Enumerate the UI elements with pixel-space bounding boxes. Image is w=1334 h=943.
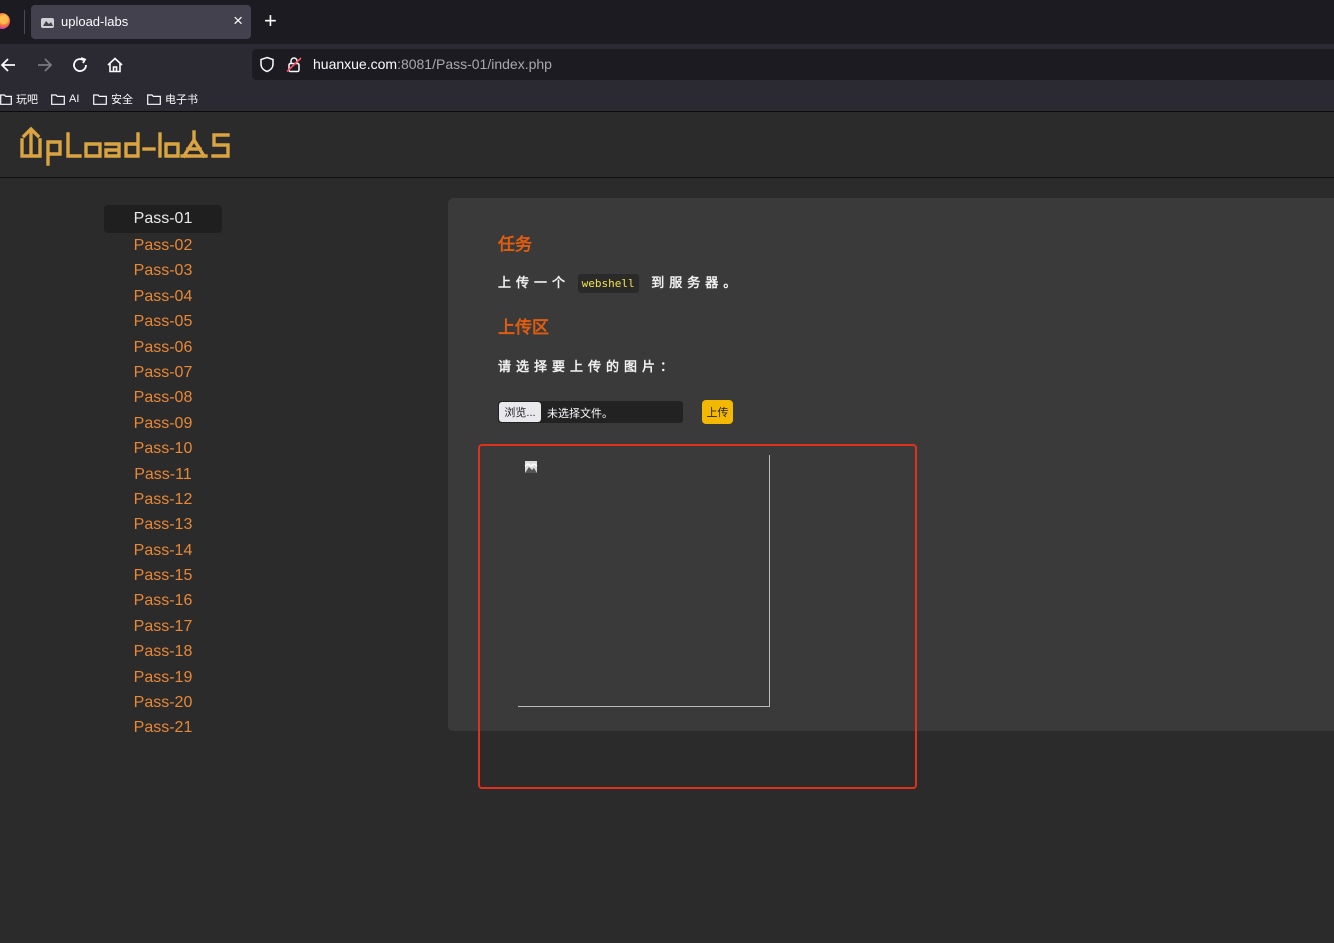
- back-icon[interactable]: [0, 54, 20, 76]
- nav-pass-03[interactable]: Pass-03: [104, 258, 222, 283]
- url-bar[interactable]: huanxue.com:8081/Pass-01/index.php: [252, 49, 1334, 80]
- bookmark-folder[interactable]: 安全: [93, 91, 133, 107]
- nav-pass-16[interactable]: Pass-16: [104, 588, 222, 613]
- home-icon[interactable]: [104, 54, 126, 76]
- shield-icon[interactable]: [259, 56, 275, 73]
- bookmark-folder[interactable]: AI: [51, 91, 79, 107]
- tab-title: upload-labs: [61, 14, 129, 29]
- folder-icon: [0, 93, 12, 105]
- nav-pass-10[interactable]: Pass-10: [104, 436, 222, 461]
- favicon-icon: [41, 18, 54, 28]
- bookmarks-toolbar: 玩吧 AI 安全 电子书: [0, 86, 1334, 112]
- folder-icon: [51, 93, 65, 105]
- task-text-before: 上传一个: [498, 275, 571, 290]
- nav-pass-15[interactable]: Pass-15: [104, 563, 222, 588]
- nav-pass-13[interactable]: Pass-13: [104, 512, 222, 537]
- new-tab-icon[interactable]: +: [264, 9, 277, 33]
- site-header: [0, 112, 1334, 178]
- nav-pass-21[interactable]: Pass-21: [104, 715, 222, 740]
- nav-pass-20[interactable]: Pass-20: [104, 690, 222, 715]
- file-input[interactable]: 浏览... 未选择文件。: [498, 401, 683, 423]
- upload-heading: 上传区: [498, 318, 549, 337]
- file-status: 未选择文件。: [547, 408, 613, 420]
- pass-navigation: Pass-01 Pass-02 Pass-03 Pass-04 Pass-05 …: [104, 205, 224, 741]
- bookmark-folder[interactable]: 电子书: [147, 91, 198, 107]
- task-text-after: 到服务器。: [651, 275, 742, 290]
- forward-icon[interactable]: [33, 54, 55, 76]
- upload-button[interactable]: 上传: [702, 400, 733, 424]
- tab-separator: [24, 10, 25, 34]
- nav-pass-05[interactable]: Pass-05: [104, 309, 222, 334]
- firefox-icon[interactable]: [0, 13, 10, 29]
- tab-bar: upload-labs × +: [0, 0, 1334, 44]
- folder-icon: [93, 93, 107, 105]
- nav-pass-19[interactable]: Pass-19: [104, 665, 222, 690]
- choose-file-prompt: 请选择要上传的图片：: [498, 359, 679, 374]
- bookmark-label: 安全: [111, 94, 133, 106]
- url-path: :8081/Pass-01/index.php: [397, 56, 552, 72]
- nav-pass-17[interactable]: Pass-17: [104, 614, 222, 639]
- close-icon[interactable]: ×: [233, 11, 243, 31]
- bookmark-folder[interactable]: 玩吧: [0, 91, 38, 107]
- insecure-lock-icon[interactable]: [286, 56, 302, 73]
- task-description: 上传一个 webshell 到服务器。: [498, 272, 741, 293]
- nav-pass-11[interactable]: Pass-11: [104, 462, 222, 487]
- bookmark-label: 电子书: [165, 94, 198, 106]
- tab-upload-labs[interactable]: upload-labs ×: [31, 5, 251, 39]
- nav-pass-02[interactable]: Pass-02: [104, 233, 222, 258]
- task-heading: 任务: [498, 235, 532, 254]
- highlight-annotation: [478, 444, 917, 789]
- browse-button[interactable]: 浏览...: [499, 402, 541, 422]
- task-code: webshell: [577, 274, 639, 293]
- navigation-toolbar: huanxue.com:8081/Pass-01/index.php: [0, 44, 1334, 86]
- url-host: huanxue.com: [313, 56, 398, 72]
- folder-icon: [147, 93, 161, 105]
- url-text[interactable]: huanxue.com:8081/Pass-01/index.php: [313, 56, 552, 72]
- reload-icon[interactable]: [69, 54, 91, 76]
- nav-pass-08[interactable]: Pass-08: [104, 385, 222, 410]
- upload-labs-logo[interactable]: [20, 124, 250, 166]
- nav-pass-09[interactable]: Pass-09: [104, 411, 222, 436]
- nav-pass-06[interactable]: Pass-06: [104, 335, 222, 360]
- nav-pass-14[interactable]: Pass-14: [104, 538, 222, 563]
- nav-pass-04[interactable]: Pass-04: [104, 284, 222, 309]
- nav-pass-18[interactable]: Pass-18: [104, 639, 222, 664]
- nav-pass-07[interactable]: Pass-07: [104, 360, 222, 385]
- bookmark-label: AI: [69, 93, 80, 105]
- nav-pass-12[interactable]: Pass-12: [104, 487, 222, 512]
- bookmark-label: 玩吧: [16, 94, 38, 106]
- nav-pass-01[interactable]: Pass-01: [104, 205, 222, 233]
